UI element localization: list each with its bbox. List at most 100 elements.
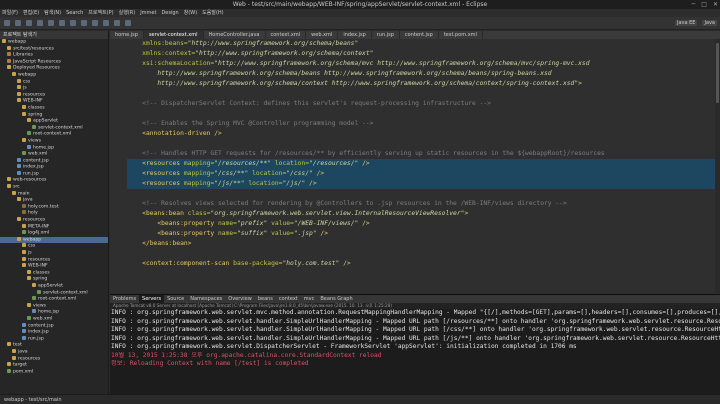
tree-item[interactable]: content.jsp (0, 157, 108, 165)
tree-item[interactable]: classes (0, 104, 108, 112)
tab-project-explorer[interactable]: 프로젝트 탐색기 (0, 31, 108, 39)
tree-item[interactable]: index.jsp (0, 164, 108, 171)
editor-tab[interactable]: run.jsp (372, 31, 400, 39)
menu-item[interactable]: Design (161, 9, 178, 17)
menu-item[interactable]: 파일(F) (2, 9, 18, 17)
editor-tab[interactable]: servlet-context.xml (143, 31, 204, 39)
editor-scrollbar[interactable] (715, 39, 720, 293)
tree-item[interactable]: target (0, 362, 108, 369)
run-icon[interactable] (48, 20, 54, 26)
tree-item[interactable]: resources (0, 91, 108, 99)
open-type-icon[interactable] (103, 20, 109, 26)
menu-item[interactable]: Search (66, 9, 83, 17)
bottom-tab[interactable]: Servers (139, 295, 165, 303)
tree-item[interactable]: webapp (0, 71, 108, 79)
tree-item[interactable]: META-INF (0, 223, 108, 231)
menu-item[interactable]: 편집(E) (23, 9, 39, 17)
back-icon[interactable] (81, 20, 87, 26)
close-icon[interactable]: ✕ (713, 0, 718, 9)
tree-item[interactable]: WEB-INF (0, 263, 108, 270)
tree-item[interactable]: appServlet (0, 118, 108, 125)
perspective-button[interactable]: Java (702, 20, 717, 26)
tree-item[interactable]: resources (0, 217, 108, 224)
bottom-tab[interactable]: Beans Graph (317, 295, 355, 303)
bottom-tab[interactable]: Source (164, 295, 187, 303)
tree-item[interactable]: index.jsp (0, 329, 108, 336)
menu-item[interactable]: 탐색(N) (44, 9, 61, 17)
task-icon[interactable] (114, 20, 120, 26)
editor-tab[interactable]: content.jsp (400, 31, 439, 39)
tree-item[interactable]: run.jsp (0, 170, 108, 178)
editor-tab[interactable]: test.pom.xml (439, 31, 483, 39)
new-icon[interactable] (4, 20, 10, 26)
maximize-icon[interactable]: □ (701, 0, 707, 9)
menu-item[interactable]: 도움말(H) (202, 9, 223, 17)
tree-item[interactable]: WEB-INF (0, 98, 108, 105)
tree-item[interactable]: webapp (0, 39, 108, 46)
tree-item[interactable]: content.jsp (0, 322, 108, 330)
tree-item[interactable]: home.jsp (0, 144, 108, 152)
tree-item[interactable]: css (0, 243, 108, 250)
tree-item[interactable]: home.jsp (0, 309, 108, 316)
menu-item[interactable]: Jmmet (140, 9, 156, 17)
menu-item[interactable]: 실행(R) (119, 9, 136, 17)
tree-item[interactable]: pom.xml (0, 368, 108, 376)
menu-item[interactable]: 프로젝트(P) (88, 9, 113, 17)
tree-item[interactable]: Deployed Resources (0, 65, 108, 72)
editor-tab[interactable]: context.xml (266, 31, 307, 39)
tree-item[interactable]: src (0, 184, 108, 191)
tree-item[interactable]: js (0, 250, 108, 257)
editor-tab[interactable]: index.jsp (338, 31, 372, 39)
search-icon[interactable] (70, 20, 76, 26)
server-icon[interactable] (59, 20, 65, 26)
save-icon[interactable] (15, 20, 21, 26)
editor-tab[interactable]: web.xml (306, 31, 339, 39)
tree-item[interactable]: webapp (0, 236, 108, 244)
tree-item[interactable]: root-context.xml (0, 131, 108, 138)
tree-item[interactable]: resources (0, 256, 108, 264)
tree-item[interactable]: css (0, 78, 108, 86)
tree-item[interactable]: run.jsp (0, 335, 108, 343)
tree-item[interactable]: test (0, 342, 108, 349)
editor-tab[interactable]: HomeController.java (204, 31, 266, 39)
tree-item[interactable]: views (0, 302, 108, 310)
perspective-button[interactable]: Java EE (674, 20, 698, 26)
code-area[interactable]: 4 xmlns:beans="http://www.springframewor… (127, 39, 720, 293)
tree-item[interactable]: views (0, 137, 108, 145)
debug-icon[interactable] (37, 20, 43, 26)
tree-item[interactable]: java (0, 197, 108, 204)
bottom-tab[interactable]: beans (255, 295, 276, 303)
tree-item[interactable]: main (0, 190, 108, 198)
annotation-icon[interactable] (125, 20, 131, 26)
print-icon[interactable] (26, 20, 32, 26)
tree-item[interactable]: web.xml (0, 151, 108, 158)
tree-item[interactable]: js (0, 85, 108, 92)
tree-item[interactable]: src/test/resources (0, 45, 108, 53)
tree-item[interactable]: appServlet (0, 282, 108, 290)
console-output[interactable]: INFO : org.springframework.web.servlet.m… (110, 309, 720, 369)
tree-item[interactable]: root-context.xml (0, 296, 108, 303)
bottom-tab[interactable]: Namespaces (187, 295, 225, 303)
tree-item[interactable]: Libraries (0, 52, 108, 59)
tree-item[interactable]: holy (0, 210, 108, 217)
tree-item[interactable]: spring (0, 111, 108, 119)
minimize-icon[interactable]: ─ (692, 0, 696, 9)
editor-tab[interactable]: home.jsp (110, 31, 144, 39)
bottom-tab[interactable]: Problems (110, 295, 139, 303)
forward-icon[interactable] (92, 20, 98, 26)
tree-item[interactable]: spring (0, 276, 108, 283)
tree-item[interactable]: JavaScript Resources (0, 58, 108, 66)
tree-item[interactable]: servlet-context.xml (0, 289, 108, 297)
tree-item[interactable]: classes (0, 269, 108, 277)
tree-item[interactable]: holy.com.test (0, 203, 108, 211)
tree-item[interactable]: web-resources (0, 177, 108, 184)
tree-item[interactable]: web.xml (0, 315, 108, 323)
bottom-tab[interactable]: context (276, 295, 301, 303)
tree-item[interactable]: servlet-context.xml (0, 124, 108, 132)
bottom-tab[interactable]: mvc (301, 295, 318, 303)
menu-item[interactable]: 창(W) (184, 9, 197, 17)
tree-item[interactable]: log4j.xml (0, 230, 108, 237)
tree-item[interactable]: java (0, 348, 108, 356)
tree-item[interactable]: resources (0, 355, 108, 363)
bottom-tab[interactable]: Overview (225, 295, 255, 303)
